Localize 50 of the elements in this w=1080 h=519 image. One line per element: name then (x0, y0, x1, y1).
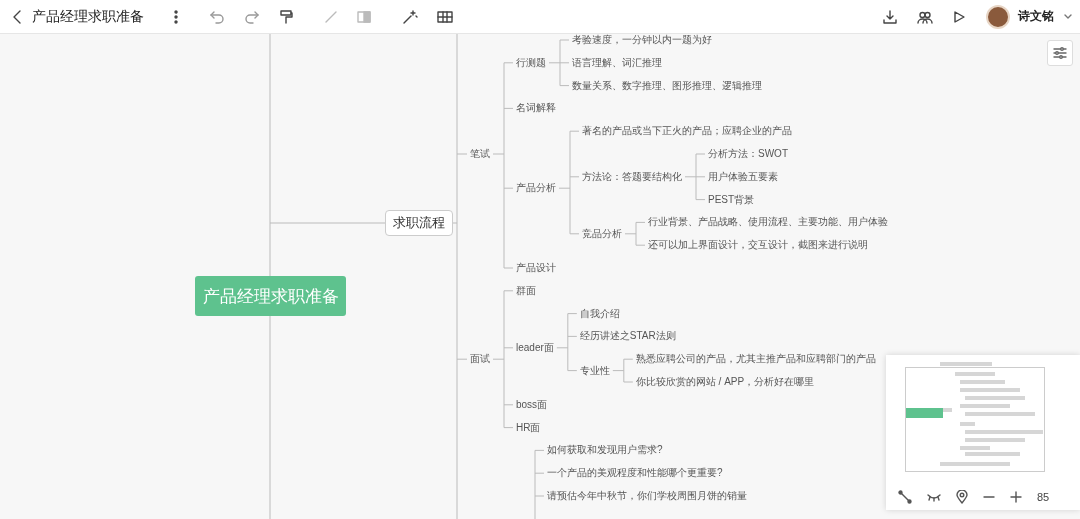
redo-icon[interactable] (244, 9, 260, 24)
topic-text[interactable]: 请预估今年中秋节，你们学校周围月饼的销量 (547, 489, 747, 503)
topic-text[interactable]: 熟悉应聘公司的产品，尤其主推产品和应聘部门的产品 (635, 352, 876, 367)
location-pin-icon[interactable] (956, 490, 968, 504)
topic-text[interactable]: 面试 (470, 352, 490, 367)
topic-text[interactable]: 产品分析 (516, 181, 556, 196)
topic-text[interactable]: 经历讲述之STAR法则 (579, 329, 676, 344)
format-painter-icon[interactable] (279, 9, 293, 24)
topic-text[interactable]: 你比较欣赏的网站 / APP，分析好在哪里 (635, 375, 815, 389)
fit-view-icon[interactable] (898, 490, 912, 504)
topic-text[interactable]: boss面 (516, 397, 548, 412)
topic-node[interactable]: 求职流程 (385, 210, 453, 236)
topic-text[interactable]: 分析方法：SWOT (708, 147, 788, 161)
topic-text[interactable]: 行测题 (516, 55, 546, 70)
back-chevron-icon[interactable] (12, 8, 22, 25)
more-options-icon[interactable] (174, 9, 178, 24)
topic-text[interactable]: PEST背景 (708, 192, 755, 207)
topic-text[interactable]: 竞品分析 (582, 226, 622, 241)
zoom-level: 85 (1037, 491, 1050, 503)
magic-wand-icon[interactable] (402, 9, 418, 24)
undo-icon[interactable] (209, 9, 225, 24)
document-title: 产品经理求职准备 (32, 7, 144, 26)
closed-eye-icon[interactable] (927, 492, 941, 502)
caret-icon[interactable] (1064, 13, 1072, 20)
topic-text[interactable]: 数量关系、数字推理、图形推理、逻辑推理 (572, 78, 762, 93)
topic-text[interactable]: 语言理解、词汇推理 (572, 55, 662, 70)
user-avatar[interactable] (986, 4, 1010, 29)
settings-sliders-icon (1053, 47, 1067, 59)
topic-text[interactable]: 自我介绍 (579, 306, 620, 321)
topic-text[interactable]: 一个产品的美观程度和性能哪个更重要? (547, 466, 723, 481)
topic-text[interactable]: 行业背景、产品战略、使用流程、主要功能、用户体验 (648, 215, 888, 230)
settings-button[interactable] (1047, 40, 1073, 66)
topic-text[interactable]: 考验速度，一分钟以内一题为好 (572, 34, 712, 47)
topic-text[interactable]: 方法论：答题要结构化 (582, 169, 682, 184)
topic-text[interactable]: 著名的产品或当下正火的产品；应聘企业的产品 (582, 124, 792, 139)
topic-text[interactable]: 笔试 (470, 147, 490, 161)
topic-text[interactable]: 群面 (516, 283, 536, 298)
play-icon[interactable] (952, 9, 966, 24)
user-name[interactable]: 诗文铭 (1018, 8, 1054, 25)
topic-text[interactable]: 产品设计 (516, 261, 556, 275)
topic-text[interactable]: 名词解释 (516, 101, 556, 116)
topic-text[interactable]: leader面 (516, 340, 554, 355)
topic-text[interactable]: 还可以加上界面设计，交互设计，截图来进行说明 (648, 238, 868, 253)
download-icon[interactable] (882, 8, 898, 25)
topic-text[interactable]: HR面 (516, 420, 541, 435)
table-icon[interactable] (437, 9, 453, 24)
topic-text[interactable]: 如何获取和发现用户需求? (547, 443, 663, 458)
topic-text[interactable]: 专业性 (579, 363, 610, 378)
zoom-in-icon[interactable] (1010, 491, 1022, 503)
topic-text[interactable]: 用户体验五要素 (708, 169, 778, 184)
